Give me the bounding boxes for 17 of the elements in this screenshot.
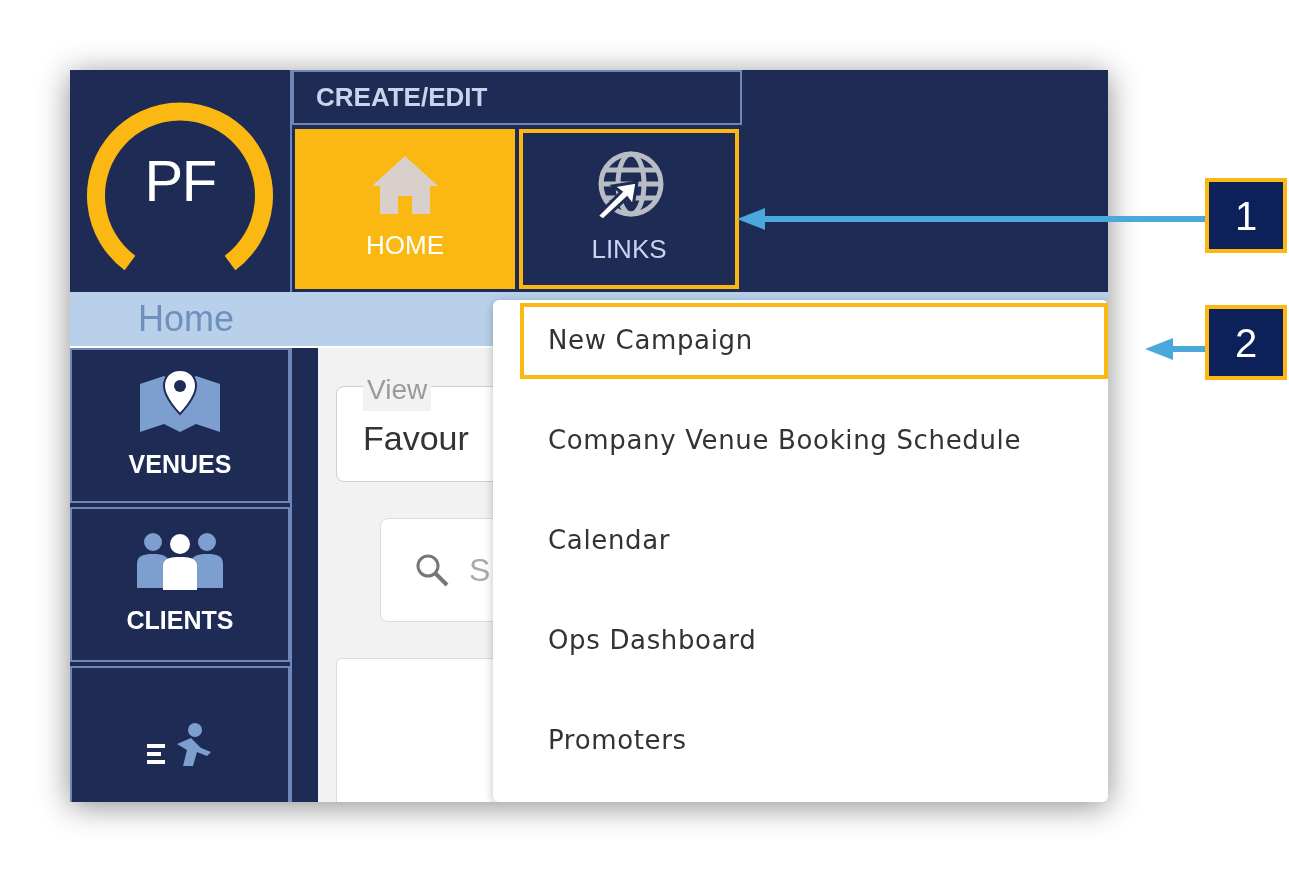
menu-item[interactable]: New Campaign: [520, 303, 1108, 379]
breadcrumb-title: Home: [138, 297, 235, 341]
house-icon: [370, 153, 440, 216]
ribbon-button[interactable]: LINKS: [519, 129, 739, 289]
sidebar-item[interactable]: CLIENTS: [70, 507, 290, 662]
callout-number: 2: [1205, 305, 1287, 380]
menu-item[interactable]: Ops Dashboard: [520, 602, 1108, 679]
sidebar-item[interactable]: VENUES: [70, 348, 290, 503]
sidebar-item[interactable]: [70, 666, 290, 802]
logo-tile[interactable]: PF: [70, 70, 292, 292]
search-icon: [415, 553, 449, 587]
logo: PF: [82, 91, 278, 271]
callout-number: 1: [1205, 178, 1287, 253]
menu-item[interactable]: Calendar: [520, 502, 1108, 579]
callout-arrow: [1145, 336, 1205, 362]
group-title: CREATE/EDIT: [292, 70, 742, 125]
menu-item[interactable]: Promoters: [520, 702, 1108, 778]
